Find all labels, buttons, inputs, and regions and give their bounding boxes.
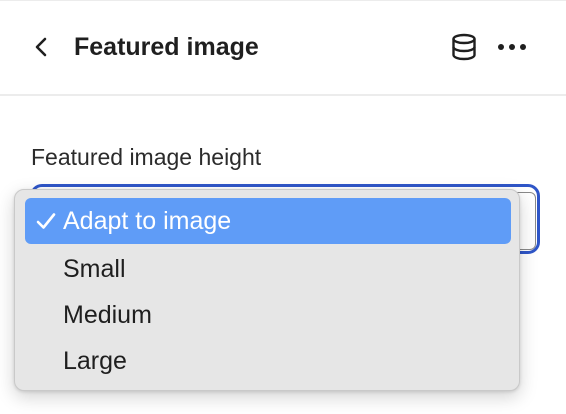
option-label: Medium: [63, 301, 152, 329]
panel-header: Featured image: [0, 0, 566, 96]
option-label: Large: [63, 347, 127, 375]
dropdown-menu: Adapt to image Small Medium Large: [14, 189, 520, 391]
option-small[interactable]: Small: [25, 246, 511, 292]
settings-panel: Featured image Featured image height Ada…: [0, 0, 566, 414]
featured-image-height-label: Featured image height: [31, 144, 262, 170]
option-adapt-to-image[interactable]: Adapt to image: [25, 198, 511, 244]
chevron-left-icon: [35, 37, 47, 57]
option-large[interactable]: Large: [25, 338, 511, 384]
more-horizontal-icon: [498, 44, 526, 50]
option-label: Small: [63, 255, 126, 283]
page-title: Featured image: [74, 33, 259, 61]
back-button[interactable]: [26, 30, 56, 64]
more-options-button[interactable]: [494, 31, 530, 63]
checkmark-icon: [31, 198, 61, 244]
data-source-button[interactable]: [448, 31, 480, 63]
option-label: Adapt to image: [63, 207, 232, 235]
database-icon: [452, 33, 476, 61]
option-medium[interactable]: Medium: [25, 292, 511, 338]
